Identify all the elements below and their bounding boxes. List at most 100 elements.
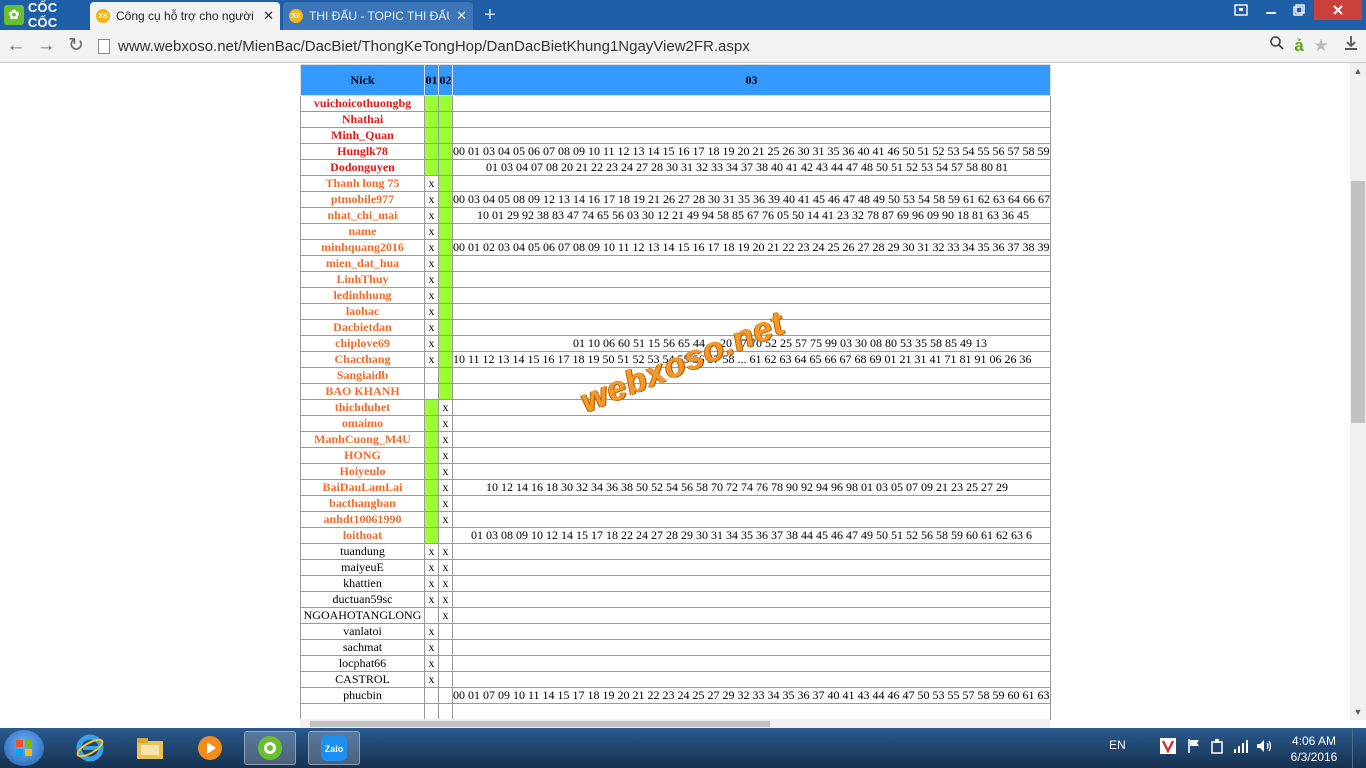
numbers-cell	[452, 495, 1051, 512]
zalo-icon[interactable]: Zalo	[308, 731, 360, 765]
nick-cell[interactable]: nhat_chi_mai	[300, 207, 425, 224]
nick-cell[interactable]: ptmobile977	[300, 191, 425, 208]
nick-cell[interactable]: minhquang2016	[300, 239, 425, 256]
volume-icon[interactable]	[1256, 738, 1274, 757]
internet-explorer-icon[interactable]	[64, 731, 116, 765]
day01-cell: x	[424, 543, 439, 560]
bookmark-star-icon[interactable]: ★	[1310, 34, 1332, 58]
nick-cell[interactable]: ManhCuong_M4U	[300, 431, 425, 448]
nick-cell[interactable]	[300, 703, 425, 720]
coccoc-leaf-icon: ✿	[4, 5, 24, 25]
nick-cell[interactable]: vanlatoi	[300, 623, 425, 640]
nick-cell[interactable]: Dacbietdan	[300, 319, 425, 336]
nick-cell[interactable]: sachmat	[300, 639, 425, 656]
nick-cell[interactable]: chiplove69	[300, 335, 425, 352]
forward-button[interactable]: →	[34, 34, 58, 58]
restore-button[interactable]	[1286, 0, 1312, 20]
close-tab-icon[interactable]: ✕	[263, 8, 274, 24]
nick-cell[interactable]: vuichoicothuongbg	[300, 95, 425, 112]
scroll-thumb[interactable]	[1351, 181, 1365, 423]
coccoc-logo[interactable]: ✿ CỐC CỐC	[0, 0, 90, 30]
horizontal-scroll-thumb[interactable]	[310, 721, 770, 727]
nick-cell[interactable]: bacthangban	[300, 495, 425, 512]
nick-cell[interactable]: ledinhhung	[300, 287, 425, 304]
day02-cell	[438, 671, 453, 688]
numbers-cell	[452, 319, 1051, 336]
nick-cell[interactable]: Minh_Quan	[300, 127, 425, 144]
numbers-cell	[452, 383, 1051, 400]
scroll-up-icon[interactable]: ▲	[1350, 63, 1366, 79]
user-menu-icon[interactable]	[1228, 0, 1254, 20]
vertical-scrollbar[interactable]: ▲ ▼	[1350, 63, 1366, 720]
tab-active[interactable]: XS Công cụ hỗ trợ cho người ✕	[90, 2, 280, 30]
day02-cell	[438, 703, 453, 720]
nick-cell[interactable]: omaimo	[300, 415, 425, 432]
close-tab-icon[interactable]: ✕	[456, 8, 467, 24]
nick-cell[interactable]: Hunglk78	[300, 143, 425, 160]
nick-cell[interactable]: tuandung	[300, 543, 425, 560]
address-toolbar: ← → ↻ www.webxoso.net/MienBac/DacBiet/Th…	[0, 30, 1366, 63]
nick-cell[interactable]: mien_dat_hua	[300, 255, 425, 272]
file-explorer-icon[interactable]	[124, 731, 176, 765]
reload-button[interactable]: ↻	[64, 34, 88, 58]
tab-inactive[interactable]: XS THI ĐẤU - TOPIC THI ĐẤU ✕	[283, 2, 473, 30]
media-player-icon[interactable]	[184, 731, 236, 765]
minimize-button[interactable]	[1258, 0, 1284, 20]
nick-cell[interactable]: Thanh long 75	[300, 175, 425, 192]
day02-cell	[438, 287, 453, 304]
numbers-cell	[452, 511, 1051, 528]
device-tray-icon[interactable]	[1210, 738, 1224, 757]
day02-cell	[438, 271, 453, 288]
nick-cell[interactable]: Chacthang	[300, 351, 425, 368]
new-tab-button[interactable]: +	[480, 5, 500, 25]
url-field[interactable]: www.webxoso.net/MienBac/DacBiet/ThongKeT…	[98, 34, 1338, 59]
scroll-down-icon[interactable]: ▼	[1350, 704, 1366, 720]
nick-cell[interactable]: maiyeuE	[300, 559, 425, 576]
day01-cell	[424, 143, 439, 160]
nick-cell[interactable]: BaiDauLamLai	[300, 479, 425, 496]
nick-cell[interactable]: anhdt10061990	[300, 511, 425, 528]
zoom-icon[interactable]	[1266, 34, 1288, 58]
close-window-button[interactable]	[1314, 0, 1362, 20]
nick-cell[interactable]: CASTROL	[300, 671, 425, 688]
nick-cell[interactable]: Nhathai	[300, 111, 425, 128]
nick-cell[interactable]: BAO KHANH	[300, 383, 425, 400]
action-center-flag-icon[interactable]	[1187, 738, 1201, 757]
nick-cell[interactable]: Hoiyeulo	[300, 463, 425, 480]
nick-cell[interactable]: HONG	[300, 447, 425, 464]
numbers-cell	[452, 415, 1051, 432]
day01-cell: x	[424, 303, 439, 320]
table-row: NGOAHOTANGLONG x	[300, 607, 1051, 624]
day01-cell	[424, 127, 439, 144]
nick-cell[interactable]: LinhThuy	[300, 271, 425, 288]
nick-cell[interactable]: thichduhet	[300, 399, 425, 416]
nick-cell[interactable]: loithoat	[300, 527, 425, 544]
windows-taskbar: Zalo EN 4:06 AM 6/3/2016	[0, 728, 1366, 768]
day02-cell	[438, 527, 453, 544]
day02-cell	[438, 655, 453, 672]
language-indicator[interactable]: EN	[1109, 738, 1126, 752]
vivaldi-tray-icon[interactable]	[1160, 738, 1176, 757]
nick-cell[interactable]: phucbin	[300, 687, 425, 704]
nick-cell[interactable]: locphat66	[300, 655, 425, 672]
nick-cell[interactable]: Sangiaidb	[300, 367, 425, 384]
nick-cell[interactable]: name	[300, 223, 425, 240]
nick-cell[interactable]: khattien	[300, 575, 425, 592]
system-clock[interactable]: 4:06 AM 6/3/2016	[1284, 733, 1344, 765]
back-button[interactable]: ←	[4, 34, 28, 58]
table-row: Hoiyeulo x	[300, 463, 1051, 480]
nick-cell[interactable]: laohac	[300, 303, 425, 320]
table-row: ManhCuong_M4U x	[300, 431, 1051, 448]
numbers-cell	[452, 543, 1051, 560]
nick-cell[interactable]: NGOAHOTANGLONG	[300, 607, 425, 624]
start-button[interactable]	[4, 730, 44, 766]
network-signal-icon[interactable]	[1233, 738, 1249, 757]
nick-cell[interactable]: Dodonguyen	[300, 159, 425, 176]
table-row: omaimo x	[300, 415, 1051, 432]
show-desktop-button[interactable]	[1352, 728, 1366, 768]
nick-cell[interactable]: ductuan59sc	[300, 591, 425, 608]
day01-cell	[424, 479, 439, 496]
spellcheck-icon[interactable]: ả	[1288, 34, 1310, 58]
coccoc-browser-taskbar-icon[interactable]	[244, 731, 296, 765]
download-icon[interactable]	[1340, 34, 1362, 58]
